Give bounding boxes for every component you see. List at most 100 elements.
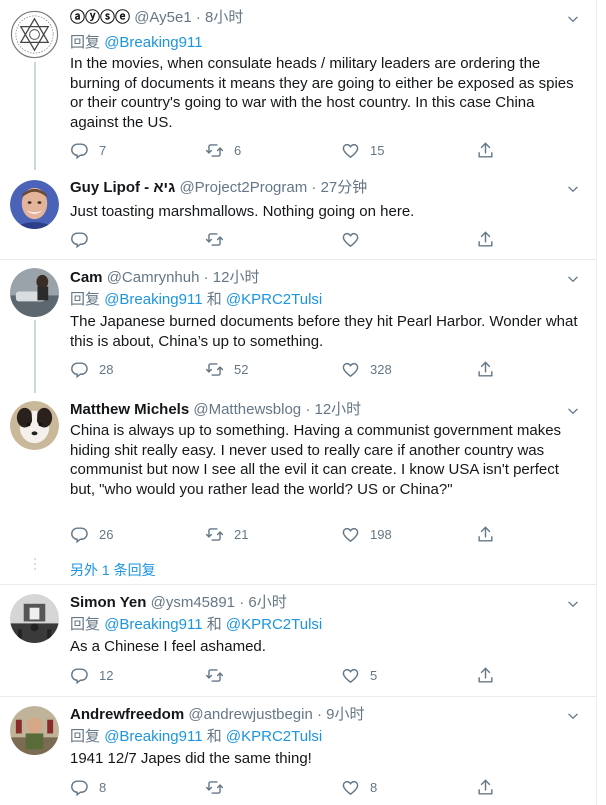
tweet-actions xyxy=(70,228,510,250)
user-handle[interactable]: @ysm45891 xyxy=(151,594,235,611)
tweet[interactable]: Guy Lipof - גיא @Project2Program · 27分钟 … xyxy=(0,170,596,260)
like-button[interactable]: 8 xyxy=(341,776,377,798)
display-name[interactable]: Cam xyxy=(70,269,103,286)
tweet[interactable]: Andrewfreedom @andrewjustbegin · 9小时 回复 … xyxy=(0,696,596,805)
timestamp[interactable]: 12小时 xyxy=(314,401,361,418)
chevron-down-icon[interactable] xyxy=(566,182,580,196)
display-name[interactable]: Andrewfreedom xyxy=(70,706,184,723)
tweet-text: 1941 12/7 Japes did the same thing! xyxy=(70,750,312,767)
display-name[interactable]: Simon Yen xyxy=(70,594,146,611)
tweet-header: Guy Lipof - גיא @Project2Program · 27分钟 xyxy=(70,179,368,196)
reply-prefix: 回复 xyxy=(70,291,101,308)
avatar[interactable] xyxy=(10,268,59,317)
and-word: 和 xyxy=(206,728,222,745)
tweet-text: China is always up to something. Having … xyxy=(70,422,562,498)
tweet[interactable]: ⓐⓨⓢⓔ @Ay5e1 · 8小时 回复 @Breaking911 In the… xyxy=(0,0,596,170)
mention-link[interactable]: @KPRC2Tulsi xyxy=(226,291,322,308)
retweet-count: 6 xyxy=(234,142,242,158)
like-button[interactable] xyxy=(341,228,370,250)
chevron-down-icon[interactable] xyxy=(566,12,580,26)
avatar[interactable] xyxy=(10,10,59,59)
show-more-replies-link[interactable]: 另外 1 条回复 xyxy=(70,560,156,580)
retweet-button[interactable] xyxy=(205,664,234,686)
like-count: 328 xyxy=(370,361,392,377)
like-icon xyxy=(341,230,360,249)
reply-button[interactable]: 28 xyxy=(70,358,113,380)
retweet-button[interactable] xyxy=(205,776,234,798)
thread-line xyxy=(34,320,36,393)
display-name[interactable]: ⓐⓨⓢⓔ xyxy=(70,9,130,26)
user-handle[interactable]: @Camrynhuh xyxy=(107,269,200,286)
retweet-button[interactable] xyxy=(205,228,234,250)
retweet-icon xyxy=(205,666,224,685)
share-button[interactable] xyxy=(476,228,505,250)
avatar[interactable] xyxy=(10,180,59,229)
like-button[interactable]: 328 xyxy=(341,358,392,380)
user-handle[interactable]: @Ay5e1 xyxy=(134,9,192,26)
reply-icon xyxy=(70,230,89,249)
mention-link[interactable]: @Breaking911 xyxy=(104,616,202,633)
retweet-icon xyxy=(205,525,224,544)
reply-count: 26 xyxy=(99,526,114,542)
user-handle[interactable]: @andrewjustbegin xyxy=(188,706,312,723)
mention-link[interactable]: @KPRC2Tulsi xyxy=(226,728,322,745)
retweet-button[interactable]: 52 xyxy=(205,358,248,380)
reply-to-line: 回复 @Breaking911 和 @KPRC2Tulsi xyxy=(70,727,322,747)
share-button[interactable] xyxy=(476,523,505,545)
reply-icon xyxy=(70,666,89,685)
tweet[interactable]: Cam @Camrynhuh · 12小时 回复 @Breaking911 和 … xyxy=(0,259,596,393)
avatar[interactable] xyxy=(10,706,59,755)
reply-to-line: 回复 @Breaking911 和 @KPRC2Tulsi xyxy=(70,290,322,310)
like-button[interactable]: 5 xyxy=(341,664,377,686)
like-icon xyxy=(341,525,360,544)
share-button[interactable] xyxy=(476,776,505,798)
display-name[interactable]: Matthew Michels xyxy=(70,401,189,418)
like-count: 8 xyxy=(370,779,378,795)
like-icon xyxy=(341,778,360,797)
reply-button[interactable]: 8 xyxy=(70,776,106,798)
chevron-down-icon[interactable] xyxy=(566,597,580,611)
mention-link[interactable]: @Breaking911 xyxy=(104,728,202,745)
retweet-button[interactable]: 6 xyxy=(205,139,241,161)
tweet-text: Just toasting marshmallows. Nothing goin… xyxy=(70,203,415,220)
timestamp[interactable]: 27分钟 xyxy=(321,179,368,196)
avatar[interactable] xyxy=(10,401,59,450)
mention-link[interactable]: @KPRC2Tulsi xyxy=(226,616,322,633)
timestamp[interactable]: 6小时 xyxy=(248,594,286,611)
display-name[interactable]: Guy Lipof - גיא xyxy=(70,179,175,196)
share-button[interactable] xyxy=(476,664,505,686)
chevron-down-icon[interactable] xyxy=(566,404,580,418)
reply-icon xyxy=(70,525,89,544)
timestamp[interactable]: 8小时 xyxy=(205,9,243,26)
like-button[interactable]: 15 xyxy=(341,139,384,161)
retweet-button[interactable]: 21 xyxy=(205,523,248,545)
mention-link[interactable]: @Breaking911 xyxy=(104,291,202,308)
mention-link[interactable]: @Breaking911 xyxy=(104,34,202,51)
chevron-down-icon[interactable] xyxy=(566,709,580,723)
reply-button[interactable]: 7 xyxy=(70,139,106,161)
share-button[interactable] xyxy=(476,358,505,380)
reply-icon xyxy=(70,360,89,379)
user-handle[interactable]: @Matthewsblog xyxy=(193,401,301,418)
avatar[interactable] xyxy=(10,594,59,643)
like-icon xyxy=(341,360,360,379)
reply-button[interactable] xyxy=(70,228,99,250)
reply-button[interactable]: 12 xyxy=(70,664,113,686)
chevron-down-icon[interactable] xyxy=(566,272,580,286)
tweet-actions: 28 52 328 xyxy=(70,358,510,380)
tweet[interactable]: Matthew Michels @Matthewsblog · 12小时 Chi… xyxy=(0,393,596,585)
like-button[interactable]: 198 xyxy=(341,523,392,545)
like-count: 15 xyxy=(370,142,385,158)
share-icon xyxy=(476,778,495,797)
reply-count: 12 xyxy=(99,667,114,683)
tweet[interactable]: Simon Yen @ysm45891 · 6小时 回复 @Breaking91… xyxy=(0,584,596,697)
user-handle[interactable]: @Project2Program xyxy=(179,179,307,196)
reply-button[interactable]: 26 xyxy=(70,523,113,545)
reply-count: 7 xyxy=(99,142,107,158)
share-icon xyxy=(476,360,495,379)
tweet-header: Andrewfreedom @andrewjustbegin · 9小时 xyxy=(70,706,365,723)
timestamp[interactable]: 12小时 xyxy=(213,269,260,286)
reply-prefix: 回复 xyxy=(70,728,101,745)
timestamp[interactable]: 9小时 xyxy=(326,706,364,723)
share-button[interactable] xyxy=(476,139,505,161)
